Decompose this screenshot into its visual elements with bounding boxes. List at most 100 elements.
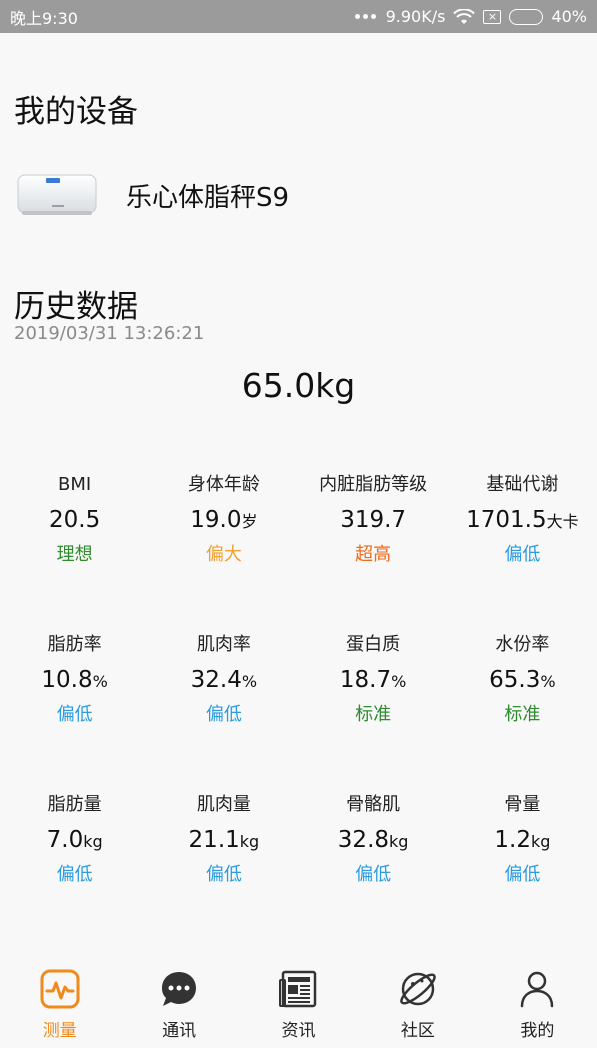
metric-value: 7.0kg <box>47 820 103 860</box>
metric-label: BMI <box>58 474 92 495</box>
tab-news[interactable]: 资讯 <box>239 960 358 1048</box>
tab-label-news: 资讯 <box>281 1021 316 1041</box>
metric-status: 偏低 <box>504 544 541 565</box>
devices-title: 我的设备 <box>14 94 138 130</box>
tab-community[interactable]: 社区 <box>358 960 477 1048</box>
metric-label: 水份率 <box>495 634 550 655</box>
metric-label: 骨量 <box>504 794 541 815</box>
tab-measure[interactable]: 测量 <box>0 960 119 1048</box>
metric-unit: % <box>241 672 258 691</box>
metric-status: 超高 <box>355 544 392 565</box>
metric-cell[interactable]: 身体年龄 19.0岁 偏大 <box>149 470 298 630</box>
metric-number: 18.7 <box>339 667 392 693</box>
metric-status: 标准 <box>355 704 392 725</box>
tab-chat[interactable]: 通讯 <box>119 960 238 1048</box>
metrics-row: BMI 20.5 理想 身体年龄 19.0岁 偏大 内脏脂肪等级 319.7 超高 基础代谢 170… <box>0 470 597 630</box>
metric-unit: 大卡 <box>546 512 579 531</box>
metric-label: 蛋白质 <box>346 634 401 655</box>
metric-number: 10.8 <box>41 667 93 693</box>
metric-value: 1.2kg <box>494 820 550 860</box>
metric-value: 1701.5大卡 <box>466 500 579 540</box>
metric-number: 20.5 <box>49 507 101 533</box>
metric-status: 偏大 <box>205 544 242 565</box>
metric-number: 1701.5 <box>466 507 547 533</box>
metric-cell[interactable]: 蛋白质 18.7% 标准 <box>299 630 448 790</box>
metric-label: 基础代谢 <box>486 474 559 495</box>
metric-cell[interactable]: 骨量 1.2kg 偏低 <box>448 790 597 950</box>
metric-status: 偏低 <box>56 864 93 885</box>
metric-unit: % <box>391 672 407 691</box>
metric-value: 21.1kg <box>189 820 260 860</box>
metric-status: 理想 <box>56 544 93 565</box>
tab-label-community: 社区 <box>400 1021 435 1041</box>
metric-value: 20.5 <box>49 500 100 540</box>
metric-number: 32.8 <box>337 827 390 853</box>
metric-cell[interactable]: 脂肪量 7.0kg 偏低 <box>0 790 149 950</box>
metric-label: 脂肪率 <box>47 634 102 655</box>
measurement-timestamp: 2019/03/31 13:26:21 <box>14 323 205 344</box>
metric-cell[interactable]: 内脏脂肪等级 319.7 超高 <box>299 470 448 630</box>
metric-status: 偏低 <box>355 864 392 885</box>
metric-unit: % <box>540 672 556 691</box>
tab-label-chat: 通讯 <box>162 1021 197 1041</box>
battery-percent: 40% <box>551 7 587 26</box>
metric-label: 肌肉量 <box>196 794 251 815</box>
device-name[interactable]: 乐心体脂秤S9 <box>126 177 289 214</box>
metric-unit: kg <box>530 832 551 851</box>
metric-number: 21.1 <box>188 827 240 853</box>
status-bar: 晚上9:30 9.90K/s × 40% <box>0 0 597 33</box>
metric-label: 脂肪量 <box>47 794 102 815</box>
metric-cell[interactable]: 水份率 65.3% 标准 <box>448 630 597 790</box>
metric-value: 32.8kg <box>338 820 409 860</box>
metric-cell[interactable]: 骨骼肌 32.8kg 偏低 <box>299 790 448 950</box>
metric-cell[interactable]: 肌肉率 32.4% 偏低 <box>149 630 298 790</box>
more-dots-icon <box>354 14 376 19</box>
tab-label-measure: 测量 <box>42 1021 77 1041</box>
battery-icon <box>509 8 544 25</box>
community-icon <box>400 972 436 1006</box>
metric-value: 10.8% <box>41 660 107 700</box>
metric-number: 65.3 <box>489 667 541 693</box>
metric-status: 偏低 <box>205 704 242 725</box>
metric-cell[interactable]: 基础代谢 1701.5大卡 偏低 <box>448 470 597 630</box>
bottom-tab-bar: 测量 通讯 资讯 社区 我的 <box>0 960 597 1048</box>
metric-number: 1.2 <box>494 827 531 853</box>
metric-status: 偏低 <box>504 864 541 885</box>
metric-value: 32.4% <box>191 660 257 700</box>
metric-unit: % <box>92 672 108 691</box>
no-sim-icon: × <box>483 9 502 24</box>
metric-status: 偏低 <box>56 704 93 725</box>
metrics-row: 脂肪率 10.8% 偏低 肌肉率 32.4% 偏低 蛋白质 18.7% 标准 水份率 65.3% 标准 <box>0 630 597 790</box>
scale-image[interactable] <box>16 171 98 219</box>
news-icon <box>278 970 316 1008</box>
metric-number: 7.0 <box>46 827 84 853</box>
metric-cell[interactable]: BMI 20.5 理想 <box>0 470 149 630</box>
metrics-row: 脂肪量 7.0kg 偏低 肌肉量 21.1kg 偏低 骨骼肌 32.8kg 偏低 骨量 1.2kg 偏… <box>0 790 597 950</box>
history-title: 历史数据 <box>14 289 138 325</box>
tab-label-profile: 我的 <box>520 1021 555 1041</box>
metrics-grid: BMI 20.5 理想 身体年龄 19.0岁 偏大 内脏脂肪等级 319.7 超高 基础代谢 170… <box>0 470 597 950</box>
chat-icon <box>162 972 197 1006</box>
metric-label: 肌肉率 <box>196 634 251 655</box>
metric-value: 65.3% <box>489 660 555 700</box>
metric-label: 内脏脂肪等级 <box>319 474 428 495</box>
metric-value: 18.7% <box>340 660 406 700</box>
metric-status: 标准 <box>504 704 541 725</box>
metric-number: 19.0 <box>190 507 242 533</box>
metric-unit: 岁 <box>241 512 258 531</box>
metric-value: 19.0岁 <box>190 500 257 540</box>
tab-profile[interactable]: 我的 <box>478 960 597 1048</box>
metric-number: 32.4 <box>190 667 242 693</box>
metric-value: 319.7 <box>340 500 406 540</box>
metric-unit: kg <box>389 832 409 851</box>
measure-icon <box>40 969 80 1009</box>
profile-icon <box>521 971 554 1008</box>
status-time: 晚上9:30 <box>10 8 78 28</box>
metric-number: 319.7 <box>340 507 407 533</box>
wifi-icon <box>453 8 476 24</box>
metric-unit: kg <box>83 832 103 851</box>
weight-value: 65.0kg <box>241 366 356 405</box>
metric-cell[interactable]: 脂肪率 10.8% 偏低 <box>0 630 149 790</box>
metric-cell[interactable]: 肌肉量 21.1kg 偏低 <box>149 790 298 950</box>
metric-status: 偏低 <box>205 864 242 885</box>
